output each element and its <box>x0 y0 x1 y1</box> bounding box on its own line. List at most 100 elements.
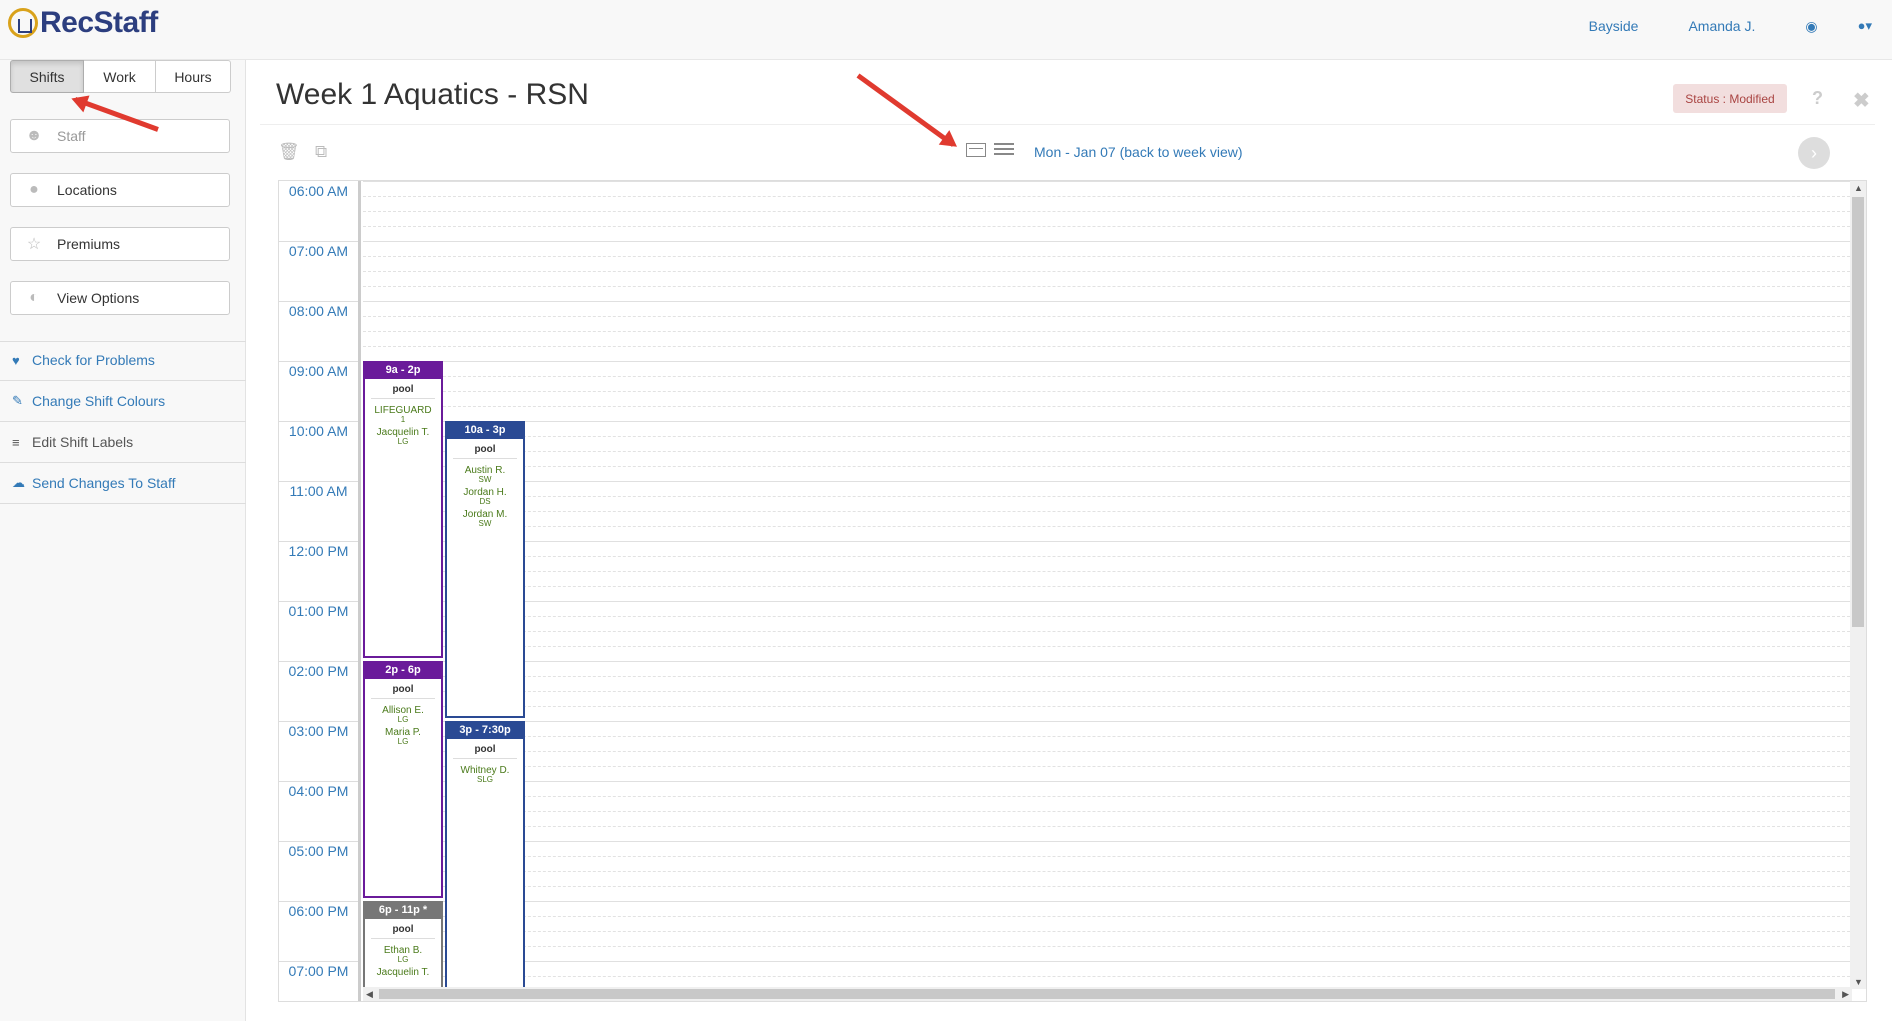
time-label: 09:00 AM <box>288 363 349 379</box>
grid-line <box>363 346 1850 347</box>
time-label: 04:00 PM <box>288 783 349 799</box>
tab-shifts[interactable]: Shifts <box>10 60 84 93</box>
grid-line <box>363 556 1850 557</box>
recstaff-logo[interactable]: RecStaff <box>8 6 158 40</box>
divider <box>0 462 246 463</box>
check-problems-label: Check for Problems <box>32 352 155 368</box>
grid-line <box>363 586 1850 587</box>
view-tab-group: Shifts Work Hours <box>10 60 231 93</box>
grid-line <box>363 526 1850 527</box>
shift-time: 9a - 2p <box>365 361 441 379</box>
staff-button[interactable]: ☻ Staff <box>10 119 230 153</box>
time-label: 11:00 AM <box>289 483 348 499</box>
shift-time: 10a - 3p <box>447 421 523 439</box>
view-options-button[interactable]: ◐ View Options <box>10 281 230 315</box>
user-name-link[interactable]: Amanda J. <box>1688 18 1755 34</box>
grid-line <box>363 841 1850 842</box>
help-icon[interactable]: ? <box>1812 88 1823 109</box>
grid-line <box>363 451 1850 452</box>
calendar-grid[interactable] <box>363 181 1850 992</box>
grid-line <box>363 196 1850 197</box>
grid-line <box>363 466 1850 467</box>
grid-line <box>363 301 1850 302</box>
hour-divider <box>279 841 358 842</box>
edit-labels-label: Edit Shift Labels <box>32 434 134 450</box>
locations-button-label: Locations <box>57 182 117 198</box>
staff-button-label: Staff <box>57 128 86 144</box>
copy-icon[interactable]: ⧉ <box>315 142 327 162</box>
shift-location: pool <box>371 384 435 399</box>
close-icon[interactable]: ✖ <box>1853 88 1870 113</box>
list-view-icon[interactable] <box>994 143 1014 157</box>
grid-line <box>363 616 1850 617</box>
shift-location: pool <box>453 444 517 459</box>
locations-button[interactable]: ● Locations <box>10 173 230 207</box>
divider <box>0 421 246 422</box>
staff-role: 1 <box>400 415 406 424</box>
title-divider <box>260 124 1875 125</box>
grid-line <box>363 856 1850 857</box>
user-menu-dropdown[interactable]: ●▾ <box>1858 18 1872 34</box>
shift-block[interactable]: 2p - 6p pool Allison E. LG Maria P. LG <box>363 661 443 898</box>
time-label: 01:00 PM <box>288 603 349 619</box>
grid-line <box>363 931 1850 932</box>
send-changes-link[interactable]: ☁ Send Changes To Staff <box>12 475 175 491</box>
grid-line <box>363 691 1850 692</box>
tab-work[interactable]: Work <box>84 60 156 93</box>
site-link[interactable]: Bayside <box>1589 18 1639 34</box>
shift-block[interactable]: 10a - 3p pool Austin R. SW Jordan H. DS … <box>445 421 525 718</box>
scroll-down-arrow[interactable]: ▼ <box>1854 977 1863 987</box>
dashboard-icon[interactable]: ◉ <box>1805 18 1817 35</box>
shift-time: 3p - 7:30p <box>447 721 523 739</box>
time-label: 08:00 AM <box>288 303 349 319</box>
scroll-right-arrow[interactable]: ▶ <box>1842 989 1849 1000</box>
grid-line <box>363 871 1850 872</box>
time-column: 06:00 AM 07:00 AM 08:00 AM 09:00 AM 10:00 AM… <box>279 181 361 1001</box>
grid-line <box>363 976 1850 977</box>
grid-line <box>363 601 1850 602</box>
grid-line <box>363 826 1850 827</box>
adjust-icon: ◐ <box>29 289 39 306</box>
vertical-scroll-thumb[interactable] <box>1852 197 1864 627</box>
grid-line <box>363 571 1850 572</box>
staff-name: Jacquelin T. <box>376 967 430 978</box>
grid-line <box>363 361 1850 362</box>
next-day-button[interactable]: › <box>1798 137 1830 169</box>
logo-text: RecStaff <box>40 6 158 39</box>
scroll-up-arrow[interactable]: ▲ <box>1854 183 1863 193</box>
edit-labels-link[interactable]: ≡ Edit Shift Labels <box>12 434 133 450</box>
check-problems-link[interactable]: ♥ Check for Problems <box>12 352 155 368</box>
premiums-button-label: Premiums <box>57 236 121 252</box>
back-to-week-link[interactable]: Mon - Jan 07 (back to week view) <box>1034 144 1243 160</box>
grid-line <box>363 811 1850 812</box>
staff-role: SLG <box>476 775 493 784</box>
shift-block[interactable]: 3p - 7:30p pool Whitney D. SLG <box>445 721 525 989</box>
grid-line <box>363 181 1850 182</box>
send-changes-label: Send Changes To Staff <box>32 475 176 491</box>
shift-block[interactable]: 9a - 2p pool LIFEGUARD 1 Jacquelin T. LG <box>363 361 443 658</box>
vertical-scrollbar[interactable]: ▲ ▼ <box>1850 181 1866 989</box>
shift-location: pool <box>371 924 435 939</box>
grid-line <box>363 721 1850 722</box>
grid-line <box>363 241 1850 242</box>
hour-divider <box>279 361 358 362</box>
horizontal-scroll-thumb[interactable] <box>379 989 1835 999</box>
grid-line <box>363 946 1850 947</box>
change-colours-label: Change Shift Colours <box>32 393 166 409</box>
grid-line <box>363 676 1850 677</box>
change-colours-link[interactable]: ✎ Change Shift Colours <box>12 393 165 409</box>
shift-block[interactable]: 6p - 11p * pool Ethan B. LG Jacquelin T. <box>363 901 443 989</box>
premiums-button[interactable]: ☆ Premiums <box>10 227 230 261</box>
annotation-arrow <box>856 73 955 147</box>
tab-hours[interactable]: Hours <box>156 60 231 93</box>
trash-icon[interactable]: 🗑 <box>278 142 300 162</box>
divider <box>0 503 246 504</box>
scroll-left-arrow[interactable]: ◀ <box>366 989 373 1000</box>
divider <box>0 380 246 381</box>
heartbeat-icon: ♥ <box>12 352 20 368</box>
hour-divider <box>279 601 358 602</box>
grid-line <box>363 631 1850 632</box>
time-label: 03:00 PM <box>288 723 349 739</box>
calendar-view-icon[interactable] <box>966 143 986 157</box>
horizontal-scrollbar[interactable]: ◀ ▶ <box>363 987 1852 1001</box>
